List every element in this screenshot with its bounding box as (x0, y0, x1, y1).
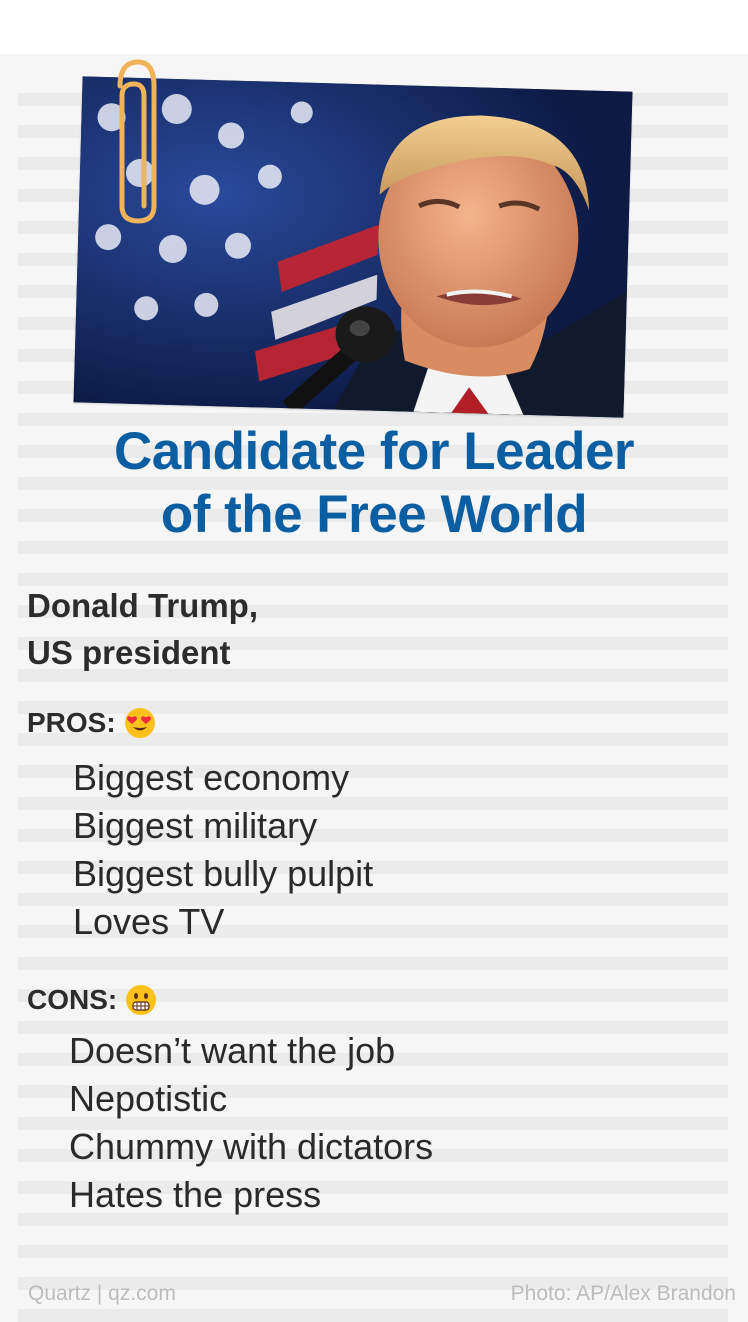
list-item: Loves TV (73, 901, 225, 942)
pros-list: Biggest economy Biggest military Biggest… (73, 754, 373, 946)
page-title: Candidate for Leader of the Free World (0, 420, 748, 546)
cons-label: CONS: (27, 984, 118, 1015)
heart-eyes-emoji-icon (124, 708, 155, 738)
paperclip-icon (117, 59, 157, 224)
name-line-2: US president (27, 634, 231, 671)
list-item: Nepotistic (69, 1078, 228, 1119)
grimacing-emoji-icon (126, 985, 157, 1015)
pros-label: PROS: (27, 707, 116, 738)
list-item: Biggest economy (73, 757, 350, 798)
list-item: Biggest bully pulpit (73, 853, 374, 894)
list-item: Hates the press (69, 1174, 322, 1215)
title-line-1: Candidate for Leader (113, 422, 635, 481)
candidate-name: Donald Trump, US president (27, 582, 258, 676)
pros-heading: PROS: (27, 703, 156, 743)
cons-heading: CONS: (27, 980, 157, 1020)
title-line-2: of the Free World (160, 485, 588, 544)
list-item: Chummy with dictators (69, 1126, 434, 1167)
list-item: Biggest military (73, 805, 318, 846)
source-credit: Quartz | qz.com (28, 1282, 176, 1305)
name-line-1: Donald Trump, (27, 587, 258, 624)
photo-credit: Photo: AP/Alex Brandon (510, 1282, 736, 1305)
cons-list: Doesn’t want the job Nepotistic Chummy w… (69, 1027, 433, 1219)
list-item: Doesn’t want the job (69, 1030, 396, 1071)
